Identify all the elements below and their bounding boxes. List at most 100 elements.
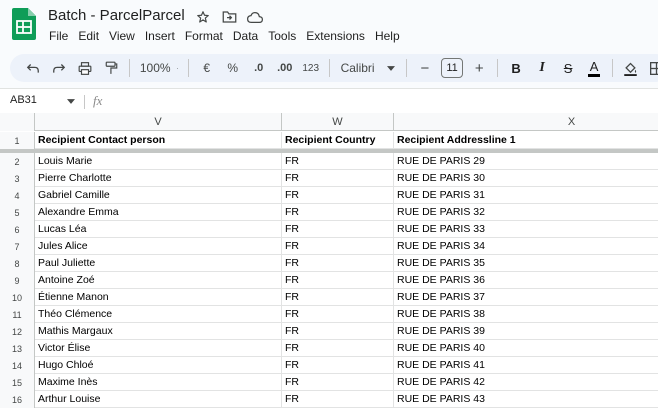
fill-color-button[interactable] bbox=[620, 56, 642, 80]
row-number[interactable]: 1 bbox=[0, 132, 35, 149]
cell[interactable]: RUE DE PARIS 33 bbox=[394, 221, 658, 238]
cell[interactable]: FR bbox=[282, 204, 394, 221]
currency-format-button[interactable]: € bbox=[196, 56, 218, 80]
cell[interactable]: Alexandre Emma bbox=[35, 204, 282, 221]
cell[interactable]: RUE DE PARIS 37 bbox=[394, 289, 658, 306]
cell[interactable]: FR bbox=[282, 374, 394, 391]
star-icon[interactable] bbox=[194, 8, 212, 26]
paint-format-button[interactable] bbox=[100, 56, 122, 80]
cell[interactable]: FR bbox=[282, 357, 394, 374]
strikethrough-button[interactable]: S bbox=[557, 56, 579, 80]
cell[interactable]: FR bbox=[282, 340, 394, 357]
font-size-input[interactable]: 11 bbox=[440, 58, 464, 78]
column-header-x[interactable]: X bbox=[394, 113, 658, 131]
menu-tools[interactable]: Tools bbox=[263, 28, 301, 44]
move-folder-icon[interactable] bbox=[220, 8, 238, 26]
cell[interactable]: FR bbox=[282, 323, 394, 340]
cell[interactable]: RUE DE PARIS 43 bbox=[394, 391, 658, 408]
cell[interactable]: FR bbox=[282, 289, 394, 306]
redo-button[interactable] bbox=[48, 56, 70, 80]
menu-view[interactable]: View bbox=[104, 28, 140, 44]
cell[interactable]: Théo Clémence bbox=[35, 306, 282, 323]
cell[interactable]: RUE DE PARIS 41 bbox=[394, 357, 658, 374]
document-title[interactable]: Batch - ParcelParcel bbox=[48, 7, 185, 24]
increase-decimal-button[interactable]: .00 bbox=[274, 56, 296, 80]
text-color-button[interactable]: A bbox=[583, 56, 605, 80]
cell[interactable]: FR bbox=[282, 255, 394, 272]
cell[interactable]: Arthur Louise bbox=[35, 391, 282, 408]
font-family-select[interactable]: Calibri bbox=[337, 56, 399, 80]
column-header-v[interactable]: V bbox=[35, 113, 282, 131]
cell[interactable]: FR bbox=[282, 170, 394, 187]
cell[interactable]: Antoine Zoé bbox=[35, 272, 282, 289]
row-number[interactable]: 4 bbox=[0, 187, 35, 204]
cell[interactable]: RUE DE PARIS 39 bbox=[394, 323, 658, 340]
sheets-logo-icon[interactable] bbox=[12, 8, 36, 40]
cell[interactable]: RUE DE PARIS 29 bbox=[394, 153, 658, 170]
cell[interactable]: RUE DE PARIS 42 bbox=[394, 374, 658, 391]
cell[interactable]: Pierre Charlotte bbox=[35, 170, 282, 187]
bold-button[interactable]: B bbox=[505, 56, 527, 80]
cell[interactable]: RUE DE PARIS 35 bbox=[394, 255, 658, 272]
cell[interactable]: FR bbox=[282, 221, 394, 238]
cell[interactable]: Recipient Contact person bbox=[35, 132, 282, 149]
cell[interactable]: FR bbox=[282, 238, 394, 255]
borders-button[interactable] bbox=[646, 56, 658, 80]
cell[interactable]: Jules Alice bbox=[35, 238, 282, 255]
row-number[interactable]: 9 bbox=[0, 272, 35, 289]
zoom-select[interactable]: 100% bbox=[137, 56, 181, 80]
cell[interactable]: FR bbox=[282, 272, 394, 289]
italic-button[interactable]: I bbox=[531, 56, 553, 80]
column-header-w[interactable]: W bbox=[282, 113, 394, 131]
row-number[interactable]: 2 bbox=[0, 153, 35, 170]
cell[interactable]: Lucas Léa bbox=[35, 221, 282, 238]
cell[interactable]: RUE DE PARIS 34 bbox=[394, 238, 658, 255]
increase-font-size-button[interactable]: + bbox=[468, 56, 490, 80]
cell[interactable]: FR bbox=[282, 153, 394, 170]
cell[interactable]: FR bbox=[282, 391, 394, 408]
cell[interactable]: RUE DE PARIS 32 bbox=[394, 204, 658, 221]
cell[interactable]: RUE DE PARIS 36 bbox=[394, 272, 658, 289]
row-number[interactable]: 5 bbox=[0, 204, 35, 221]
menu-file[interactable]: File bbox=[44, 28, 73, 44]
cell[interactable]: Étienne Manon bbox=[35, 289, 282, 306]
menu-insert[interactable]: Insert bbox=[140, 28, 180, 44]
row-number[interactable]: 15 bbox=[0, 374, 35, 391]
menu-extensions[interactable]: Extensions bbox=[301, 28, 370, 44]
cell[interactable]: RUE DE PARIS 38 bbox=[394, 306, 658, 323]
cell[interactable]: Victor Élise bbox=[35, 340, 282, 357]
cell[interactable]: Mathis Margaux bbox=[35, 323, 282, 340]
row-number[interactable]: 16 bbox=[0, 391, 35, 408]
menu-edit[interactable]: Edit bbox=[73, 28, 104, 44]
row-number[interactable]: 12 bbox=[0, 323, 35, 340]
row-number[interactable]: 10 bbox=[0, 289, 35, 306]
spreadsheet-grid[interactable]: V W X 1 Recipient Contact person Recipie… bbox=[0, 113, 658, 409]
cell[interactable]: Recipient Addressline 1 bbox=[394, 132, 658, 149]
cell[interactable]: FR bbox=[282, 306, 394, 323]
print-button[interactable] bbox=[74, 56, 96, 80]
cell[interactable]: RUE DE PARIS 30 bbox=[394, 170, 658, 187]
cell[interactable]: Paul Juliette bbox=[35, 255, 282, 272]
menu-format[interactable]: Format bbox=[180, 28, 228, 44]
cell[interactable]: FR bbox=[282, 187, 394, 204]
cell[interactable]: Maxime Inès bbox=[35, 374, 282, 391]
chevron-down-icon[interactable] bbox=[67, 99, 75, 104]
decrease-font-size-button[interactable]: − bbox=[414, 56, 436, 80]
menu-data[interactable]: Data bbox=[228, 28, 263, 44]
row-number[interactable]: 7 bbox=[0, 238, 35, 255]
row-number[interactable]: 6 bbox=[0, 221, 35, 238]
select-all-corner[interactable] bbox=[0, 113, 35, 131]
cell[interactable]: Hugo Chloé bbox=[35, 357, 282, 374]
cell[interactable]: Gabriel Camille bbox=[35, 187, 282, 204]
cell[interactable]: Recipient Country bbox=[282, 132, 394, 149]
row-number[interactable]: 11 bbox=[0, 306, 35, 323]
decrease-decimal-button[interactable]: .0 bbox=[248, 56, 270, 80]
row-number[interactable]: 3 bbox=[0, 170, 35, 187]
cell[interactable]: RUE DE PARIS 40 bbox=[394, 340, 658, 357]
number-format-button[interactable]: 123 bbox=[300, 56, 322, 80]
undo-button[interactable] bbox=[22, 56, 44, 80]
row-number[interactable]: 8 bbox=[0, 255, 35, 272]
cloud-status-icon[interactable] bbox=[246, 8, 264, 26]
percent-format-button[interactable]: % bbox=[222, 56, 244, 80]
row-number[interactable]: 13 bbox=[0, 340, 35, 357]
